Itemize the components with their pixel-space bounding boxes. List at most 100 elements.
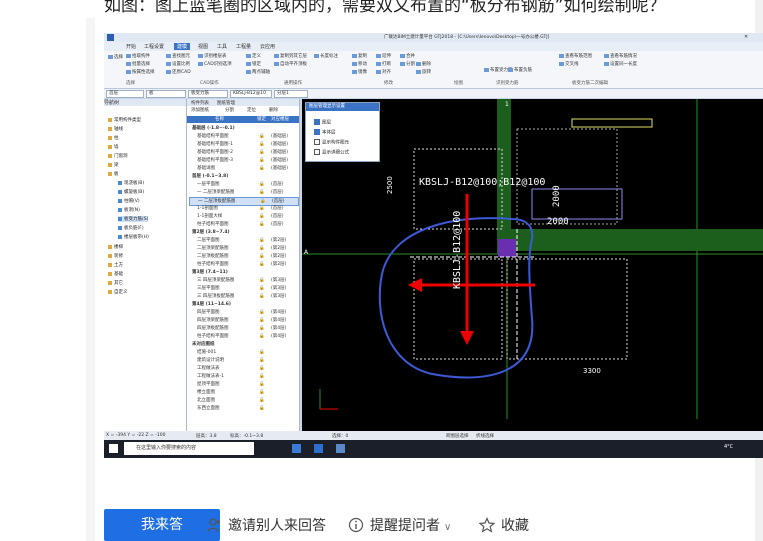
answer-button[interactable]: 我来答 bbox=[104, 509, 220, 541]
lock-icon[interactable]: 🔒 bbox=[259, 357, 265, 364]
tree-folder-row[interactable]: 未对应图纸 bbox=[189, 341, 297, 348]
ribbon-view-layout[interactable]: 查看布筋情况 bbox=[604, 53, 637, 59]
lock-icon[interactable]: 🔒 bbox=[259, 261, 265, 268]
lock-icon[interactable]: 🔒 bbox=[259, 389, 265, 396]
tree-row[interactable]: 柱子结构平面图 🔒 (第2层) bbox=[189, 261, 297, 268]
nav-item[interactable]: 其它 bbox=[108, 280, 123, 286]
ribbon-set-scale[interactable]: 设置比例 bbox=[166, 61, 190, 67]
tab-start[interactable]: 开始 bbox=[126, 43, 136, 50]
tree-row[interactable]: 一 二层顶梁配筋图 🔒 (首层) bbox=[189, 189, 297, 196]
ribbon-restore-cad[interactable]: 还原CAD bbox=[166, 69, 191, 75]
lock-icon[interactable]: 🔒 bbox=[259, 133, 265, 140]
tree-row[interactable]: 建筑设计说明 🔒 bbox=[189, 357, 297, 364]
add-drawing-button[interactable]: 添加图纸 bbox=[191, 107, 209, 113]
tree-row[interactable]: 基础结构平面图-3 🔒 (基础层) bbox=[189, 157, 297, 164]
ribbon-pick[interactable]: 拾取构件 bbox=[126, 53, 150, 59]
ribbon-cross-line[interactable]: 交叉线 bbox=[559, 61, 579, 67]
tree-row[interactable]: 三层平面图 🔒 (第3层) bbox=[189, 285, 297, 292]
nav-item[interactable]: 基础 bbox=[108, 271, 123, 277]
nav-sub-item[interactable]: 板负筋(F) bbox=[118, 225, 144, 231]
app-icon[interactable] bbox=[314, 444, 323, 453]
tree-row[interactable]: 二层顶板配筋图 🔒 (第2层) bbox=[189, 253, 297, 260]
windows-start-icon[interactable] bbox=[109, 444, 118, 453]
ribbon-define[interactable]: 定义 bbox=[246, 53, 261, 59]
ribbon-split[interactable]: 分割 bbox=[400, 61, 415, 67]
option-show-formula[interactable]: 显示详细公式 bbox=[314, 149, 349, 156]
status-polyline-select[interactable]: 折线选择 bbox=[476, 433, 494, 439]
lock-icon[interactable]: 🔒 bbox=[259, 205, 265, 212]
ribbon-floor-table[interactable]: 识别楼层表 bbox=[198, 53, 227, 59]
nav-item[interactable]: 自定义 bbox=[108, 289, 128, 295]
lock-icon[interactable]: 🔒 bbox=[259, 245, 265, 252]
ribbon-align[interactable]: 对齐 bbox=[376, 69, 391, 75]
tree-row[interactable]: 北立面图 🔒 bbox=[189, 397, 297, 404]
tree-row[interactable]: 工程做法表 🔒 bbox=[189, 365, 297, 372]
tree-folder-row[interactable]: 第2层 (3.8~7.4) bbox=[189, 229, 297, 236]
tree-row[interactable]: 柱子结构平面图 🔒 (第4层) bbox=[189, 333, 297, 340]
tree-row[interactable]: 基础详图 🔒 (基础层) bbox=[189, 165, 297, 172]
split-button[interactable]: 分割 bbox=[225, 107, 234, 113]
app-icon[interactable] bbox=[336, 444, 345, 453]
lock-icon[interactable]: 🔒 bbox=[259, 181, 265, 188]
delete-button[interactable]: 删除 bbox=[269, 107, 278, 113]
lock-icon[interactable]: 🔒 bbox=[259, 373, 265, 380]
ribbon-rotate[interactable]: 旋转 bbox=[416, 69, 431, 75]
lock-icon[interactable]: 🔒 bbox=[259, 189, 265, 196]
tab-modeling[interactable]: 建模 bbox=[174, 43, 191, 50]
type-select[interactable]: 板 bbox=[146, 90, 186, 98]
layer-select[interactable]: 分层1 bbox=[274, 90, 308, 98]
tab-view[interactable]: 视图 bbox=[198, 43, 208, 50]
ribbon-delete[interactable]: 删除 bbox=[416, 61, 431, 67]
nav-sub-item[interactable]: 现浇板(B) bbox=[118, 180, 144, 186]
ribbon-copy-floor[interactable]: 复制到其它层 bbox=[274, 53, 307, 59]
floor-select[interactable]: 首层 bbox=[106, 90, 144, 98]
nav-sub-item[interactable]: 柱帽(V) bbox=[118, 198, 140, 204]
nav-item[interactable]: 板 bbox=[108, 171, 119, 177]
tab-cloud[interactable]: 云应用 bbox=[260, 43, 275, 50]
tree-row[interactable]: 柱子结构平面图 🔒 (首层) bbox=[189, 221, 297, 228]
nav-item[interactable]: 楼梯 bbox=[108, 244, 123, 250]
ribbon-merge[interactable]: 合并 bbox=[400, 53, 415, 59]
tree-row[interactable]: 1-1剖面大样 🔒 (首层) bbox=[189, 213, 297, 220]
ribbon-copy[interactable]: 复制 bbox=[352, 53, 367, 59]
nav-item[interactable]: 轴线 bbox=[108, 126, 123, 132]
tree-row[interactable]: 三 四层顶梁配筋图 🔒 (第3层) bbox=[189, 277, 297, 284]
tree-folder-row[interactable]: 第3层 (7.4~11) bbox=[189, 269, 297, 276]
tree-row[interactable]: 二层平面图 🔒 (第2层) bbox=[189, 237, 297, 244]
tab-component-list[interactable]: 构件列表 bbox=[191, 100, 209, 106]
lock-icon[interactable]: 🔒 bbox=[259, 405, 265, 412]
tree-row[interactable]: 三 四层顶板配筋图 🔒 (第3层) bbox=[189, 293, 297, 300]
lock-icon[interactable]: 🔒 bbox=[259, 157, 265, 164]
tree-row[interactable]: 基础结构平面图-2 🔒 (基础层) bbox=[189, 149, 297, 156]
nav-item[interactable]: 常用构件类型 bbox=[108, 117, 141, 123]
ribbon-lock[interactable]: 锁定 bbox=[246, 61, 261, 67]
tree-row[interactable]: 四层平面图 🔒 (第4层) bbox=[189, 309, 297, 316]
lock-icon[interactable]: 🔒 bbox=[259, 277, 265, 284]
locate-button[interactable]: 定位 bbox=[247, 107, 256, 113]
ribbon-select[interactable]: 选择 bbox=[108, 54, 123, 60]
nav-sub-item[interactable]: 楼层板带(H) bbox=[118, 234, 149, 240]
ribbon-find[interactable]: 查找图元 bbox=[166, 53, 190, 59]
subtype-select[interactable]: 板受力筋 bbox=[188, 90, 228, 98]
option-show-elements[interactable]: 显示构件图元 bbox=[314, 139, 349, 146]
tree-row[interactable]: 楼立面图 🔒 bbox=[189, 389, 297, 396]
ribbon-break[interactable]: 打断 bbox=[376, 61, 391, 67]
lock-icon[interactable]: 🔒 bbox=[259, 349, 265, 356]
tree-row[interactable]: 结施-001 🔒 bbox=[189, 349, 297, 356]
tree-row[interactable]: 1-1剖面图 🔒 (首层) bbox=[189, 205, 297, 212]
ribbon-place-neg-rebar[interactable]: 布置负筋 bbox=[508, 67, 532, 73]
ribbon-same-length[interactable]: 设置同一长度 bbox=[604, 61, 637, 67]
lock-icon[interactable]: 🔒 bbox=[259, 293, 265, 300]
nav-item[interactable]: 梁 bbox=[108, 162, 119, 168]
lock-icon[interactable]: 🔒 bbox=[259, 333, 265, 340]
ribbon-view-range[interactable]: 查看布筋范围 bbox=[559, 53, 592, 59]
taskbar-search-input[interactable]: 在这里输入你要搜索的内容 bbox=[124, 442, 254, 455]
tree-row[interactable]: 屋顶平面图 🔒 bbox=[189, 381, 297, 388]
tab-project-settings[interactable]: 工程设置 bbox=[144, 43, 164, 50]
tree-row[interactable]: 基础结构平面图-1 🔒 (基础层) bbox=[189, 141, 297, 148]
nav-sub-item[interactable]: 板洞(N) bbox=[118, 207, 140, 213]
tree-row[interactable]: 东西立面图 🔒 bbox=[189, 405, 297, 412]
lock-icon[interactable]: 🔒 bbox=[259, 149, 265, 156]
lock-icon[interactable]: 🔒 bbox=[259, 397, 265, 404]
ribbon-cad-options[interactable]: CAD识别选项 bbox=[198, 61, 232, 67]
